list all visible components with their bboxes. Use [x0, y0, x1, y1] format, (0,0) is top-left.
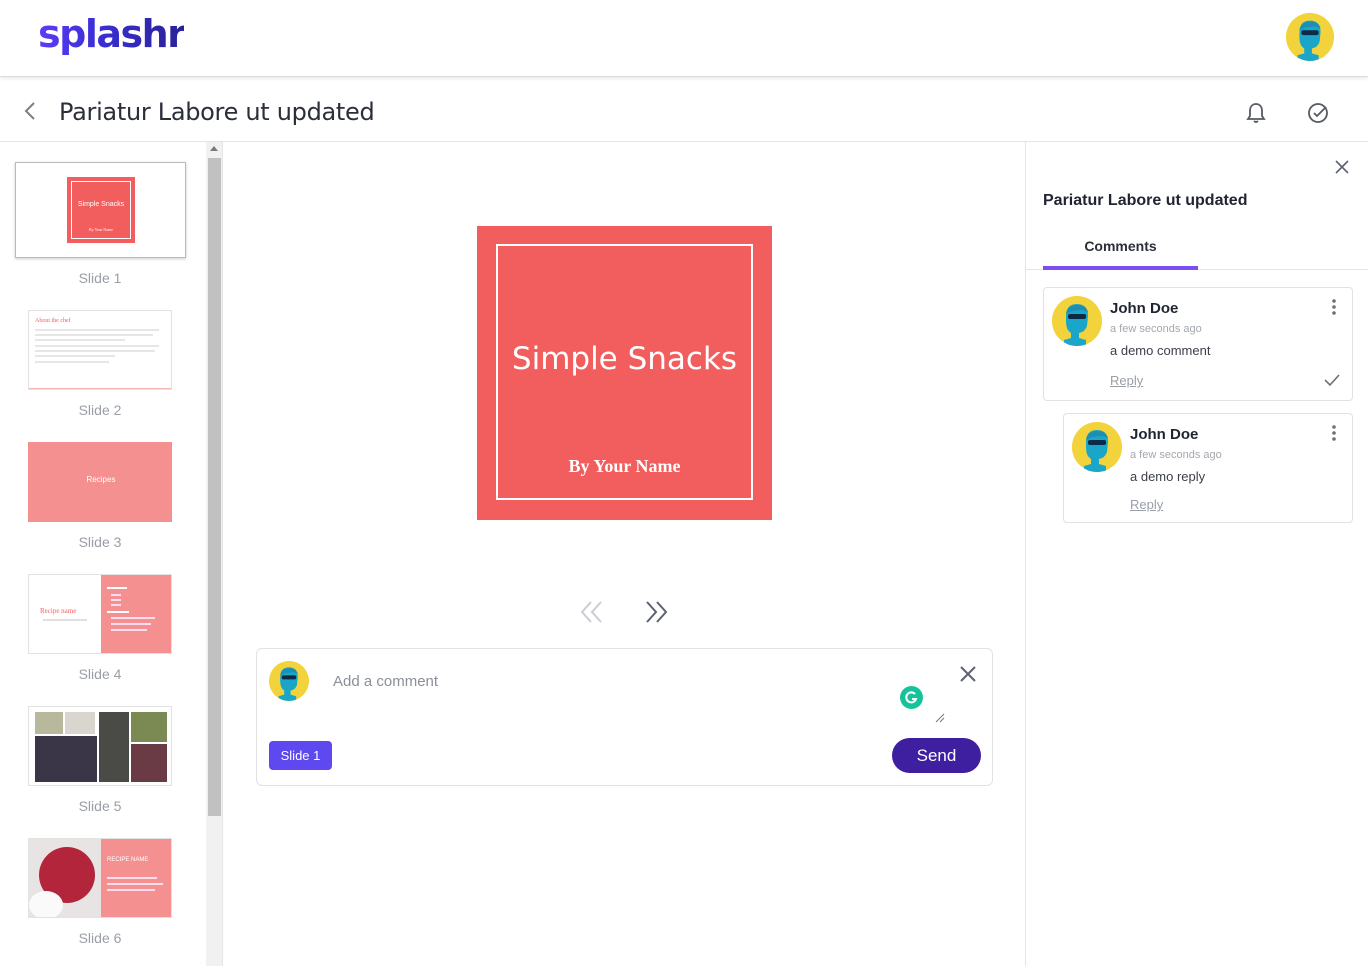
- top-app-bar: splashr: [0, 0, 1368, 77]
- slide-thumbnail-1[interactable]: Simple Snacks By Your Name: [15, 162, 186, 258]
- slide-label: Slide 3: [78, 534, 122, 550]
- double-chevron-left-icon[interactable]: [578, 598, 606, 626]
- close-icon[interactable]: [957, 663, 979, 685]
- slide-preview: Simple Snacks By Your Name: [477, 226, 772, 520]
- composer-avatar: [269, 661, 309, 701]
- slide-label: Slide 2: [78, 402, 122, 418]
- comment-avatar: [1072, 422, 1122, 472]
- send-button[interactable]: Send: [892, 738, 981, 773]
- comment-author: John Doe: [1110, 300, 1179, 317]
- preview-subtitle: By Your Name: [568, 456, 681, 476]
- slide-label: Slide 1: [78, 270, 122, 286]
- slide-thumbnail-2[interactable]: About the chef: [28, 310, 172, 390]
- app-logo[interactable]: splashr: [38, 12, 186, 56]
- resolve-check-icon[interactable]: [1323, 371, 1341, 389]
- bust-avatar-icon: [1052, 296, 1102, 346]
- thumb-bg: Simple Snacks By Your Name: [67, 177, 135, 243]
- slide-thumbnail-5[interactable]: [28, 706, 172, 786]
- thumb-title: Recipe name: [40, 607, 77, 615]
- comment-text: a demo comment: [1110, 343, 1211, 358]
- slide-label: Slide 5: [78, 798, 122, 814]
- comment-input[interactable]: Add a comment: [333, 673, 438, 690]
- check-circle-icon[interactable]: [1306, 101, 1330, 125]
- slide-tag[interactable]: Slide 1: [269, 741, 332, 770]
- comments-panel: Pariatur Labore ut updated Comments John…: [1025, 142, 1368, 966]
- preview-title: Simple Snacks: [511, 341, 738, 377]
- close-icon[interactable]: [1333, 158, 1351, 176]
- thumb-title: Recipes: [86, 475, 116, 484]
- comment-text: a demo reply: [1130, 469, 1206, 484]
- sidebar-scrollbar[interactable]: [206, 142, 223, 966]
- slide-thumbnail-4[interactable]: Recipe name: [28, 574, 172, 654]
- more-vertical-icon[interactable]: [1331, 424, 1337, 442]
- back-arrow-icon[interactable]: [20, 100, 42, 122]
- reply-link[interactable]: Reply: [1110, 373, 1143, 388]
- user-avatar[interactable]: [1286, 13, 1334, 61]
- thumb-title: RECIPE NAME: [107, 857, 149, 863]
- page-header: Pariatur Labore ut updated: [0, 78, 1368, 142]
- slide-list: Simple Snacks By Your Name Slide 1 About…: [0, 142, 206, 966]
- slide-label: Slide 4: [78, 666, 122, 682]
- scroll-thumb[interactable]: [208, 158, 221, 816]
- comment-composer: Add a comment Slide 1 Send: [256, 648, 993, 786]
- slide-label: Slide 6: [78, 930, 122, 946]
- double-chevron-right-icon[interactable]: [642, 598, 670, 626]
- slide-thumbnail-6[interactable]: RECIPE NAME: [28, 838, 172, 918]
- comment-avatar: [1052, 296, 1102, 346]
- comment-card: John Doe a few seconds ago a demo commen…: [1043, 287, 1353, 401]
- bust-avatar-icon: [1286, 13, 1334, 61]
- panel-title: Pariatur Labore ut updated: [1043, 192, 1248, 209]
- comment-author: John Doe: [1130, 426, 1199, 443]
- tab-comments[interactable]: Comments: [1043, 238, 1198, 270]
- grammarly-icon[interactable]: [900, 686, 923, 709]
- thumb-title: Simple Snacks: [77, 201, 125, 208]
- more-vertical-icon[interactable]: [1331, 298, 1337, 316]
- thumb-title: About the chef: [35, 318, 71, 324]
- reply-link[interactable]: Reply: [1130, 497, 1163, 512]
- thumb-subtitle: By Your Name: [89, 227, 113, 232]
- scroll-up-arrow-icon[interactable]: [210, 146, 218, 151]
- bust-avatar-icon: [269, 661, 309, 701]
- slide-thumbnail-3[interactable]: Recipes: [28, 442, 172, 522]
- comment-time: a few seconds ago: [1110, 323, 1202, 335]
- comment-time: a few seconds ago: [1130, 449, 1222, 461]
- page-title: Pariatur Labore ut updated: [59, 98, 375, 126]
- bust-avatar-icon: [1072, 422, 1122, 472]
- bell-icon[interactable]: [1244, 101, 1268, 125]
- resize-handle-icon[interactable]: [935, 713, 945, 723]
- reply-card: John Doe a few seconds ago a demo reply …: [1063, 413, 1353, 523]
